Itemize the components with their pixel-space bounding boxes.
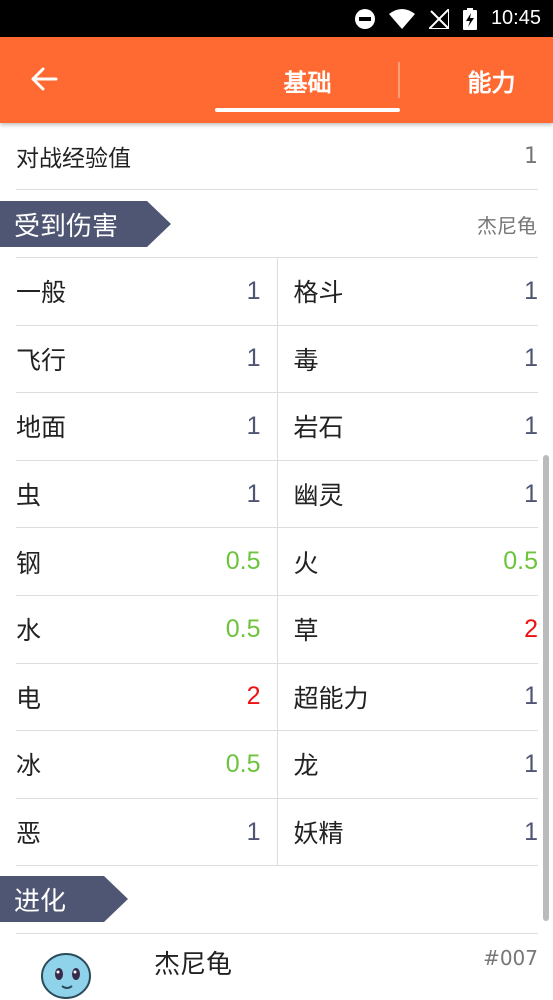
damage-multiplier: 2 [246, 682, 261, 711]
damage-cell: 钢 0.5 [16, 528, 278, 595]
scrollbar[interactable] [543, 455, 549, 921]
type-name: 龙 [293, 751, 319, 781]
damage-cell: 地面 1 [16, 393, 278, 460]
damage-multiplier: 1 [524, 344, 538, 373]
do-not-disturb-icon [354, 8, 375, 29]
type-name: 电 [16, 683, 42, 713]
damage-cell: 虫1 [16, 460, 278, 528]
damage-multiplier: 0.5 [225, 749, 261, 778]
damage-row: 电 2 超能力 1 [16, 663, 539, 732]
damage-cell: 妖精 1 [278, 799, 539, 866]
wifi-icon [388, 8, 415, 29]
damage-section-title: 受到伤害 [0, 201, 171, 247]
damage-section-header: 受到伤害 杰尼龟 [0, 201, 553, 247]
type-name: 冰 [16, 751, 42, 781]
damage-row: 水 0.5 草 2 [16, 595, 539, 664]
squirtle-sprite-icon [41, 953, 91, 999]
type-name: 水 [16, 616, 42, 646]
damage-row: 虫 1 幽灵 1 [16, 460, 539, 529]
evolution-number: #007 [483, 946, 538, 970]
battle-exp-row: 对战经验值 1 [16, 123, 538, 190]
damage-multiplier: 0.5 [225, 547, 261, 576]
damage-multiplier: 1 [246, 411, 261, 440]
damage-multiplier: 1 [524, 749, 538, 778]
type-name: 幽灵 [293, 481, 344, 511]
tab-divider [398, 62, 400, 98]
damage-pokemon-name: 杰尼龟 [477, 213, 537, 238]
type-name: 虫 [16, 481, 42, 511]
damage-row: 冰 0.5 龙 1 [16, 731, 538, 799]
damage-cell: 超能力 1 [278, 664, 539, 731]
damage-cell: 一般 1 [16, 258, 278, 325]
battery-charging-icon [462, 7, 477, 30]
active-tab-indicator [215, 108, 400, 112]
type-name: 飞行 [16, 345, 67, 375]
type-name: 一般 [16, 278, 67, 308]
damage-multiplier: 1 [524, 479, 538, 508]
type-name: 恶 [16, 819, 42, 849]
damage-cell: 幽灵 1 [278, 461, 539, 528]
damage-cell: 恶1 [16, 798, 278, 866]
battle-exp-label: 对战经验值 [16, 146, 131, 172]
evolution-section-title: 进化 [0, 876, 128, 922]
type-name: 地面 [16, 413, 67, 443]
status-icons: 10:45 [354, 0, 541, 37]
evolution-name: 杰尼龟 [154, 950, 233, 980]
type-name: 草 [293, 616, 319, 646]
clock: 10:45 [490, 7, 541, 29]
type-name: 岩石 [293, 413, 344, 443]
damage-grid: 一般 1 格斗 1 飞行 1 毒 1 地面 1 岩石 1 虫 1 幽灵 1 钢 0.5 火 0.5 水 0.5 草 2 电 2 超能… [16, 257, 539, 867]
type-name: 钢 [16, 548, 42, 578]
damage-cell: 毒1 [278, 326, 539, 393]
type-name: 妖精 [293, 819, 344, 849]
type-name: 格斗 [293, 278, 344, 308]
battle-exp-value: 1 [524, 143, 538, 169]
damage-row: 地面 1 岩石 1 [16, 393, 538, 461]
type-name: 毒 [293, 345, 319, 375]
status-bar: 10:45 [0, 0, 553, 37]
damage-multiplier: 1 [524, 411, 538, 440]
damage-multiplier: 1 [246, 344, 261, 373]
type-name: 火 [293, 548, 319, 578]
damage-multiplier: 1 [524, 276, 538, 305]
damage-multiplier: 0.5 [225, 614, 261, 643]
damage-multiplier: 1 [524, 682, 538, 711]
damage-multiplier: 1 [246, 276, 261, 305]
damage-multiplier: 1 [246, 479, 261, 508]
back-button[interactable] [24, 59, 64, 99]
scroll-content[interactable]: 对战经验值 1 受到伤害 杰尼龟 一般 1 格斗 1 飞行 1 毒 1 地面 1 岩石 1 虫 1 幽灵 1 钢… [0, 123, 553, 999]
damage-cell: 草2 [278, 596, 539, 663]
damage-cell: 水 0.5 [16, 595, 278, 663]
damage-cell: 岩石 1 [278, 393, 539, 460]
evolution-item[interactable]: 杰尼龟 #007 [16, 933, 538, 999]
damage-cell: 冰 0.5 [16, 731, 278, 798]
damage-row: 一般 1 格斗 1 [16, 258, 538, 326]
damage-row: 飞行 1 毒 1 [16, 325, 539, 394]
evolution-section-header: 进化 [0, 876, 128, 922]
damage-multiplier: 2 [524, 614, 538, 643]
no-signal-icon [428, 8, 449, 29]
damage-cell: 火 0.5 [278, 528, 539, 595]
type-name: 超能力 [293, 683, 369, 713]
arrow-left-icon [31, 67, 58, 91]
damage-cell: 飞行 1 [16, 325, 278, 393]
damage-cell: 龙1 [278, 731, 539, 798]
tab-ability[interactable]: 能力 [430, 37, 553, 123]
damage-row: 钢 0.5 火 0.5 [16, 528, 538, 596]
damage-cell: 电2 [16, 663, 278, 731]
damage-multiplier: 0.5 [503, 547, 538, 576]
app-toolbar: 基础 能力 [0, 37, 553, 123]
damage-multiplier: 1 [524, 817, 538, 846]
damage-row: 恶 1 妖精 1 [16, 798, 539, 867]
damage-cell: 格斗 1 [278, 258, 539, 325]
damage-multiplier: 1 [246, 817, 261, 846]
